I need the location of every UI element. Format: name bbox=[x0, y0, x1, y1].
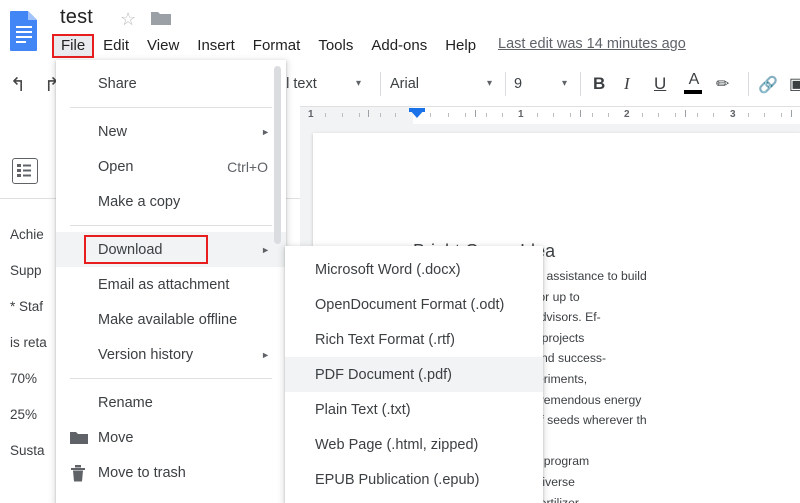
file-menu-item-rename[interactable]: Rename bbox=[56, 385, 286, 420]
indent-marker-icon[interactable] bbox=[409, 109, 425, 118]
file-menu-item-open[interactable]: Open Ctrl+O bbox=[56, 149, 286, 184]
download-item-docx[interactable]: Microsoft Word (.docx) bbox=[285, 252, 543, 287]
download-item-label: PDF Document (.pdf) bbox=[315, 367, 452, 383]
menu-file[interactable]: File bbox=[52, 34, 94, 58]
font-size-value[interactable]: 9 bbox=[514, 76, 522, 92]
file-menu-item-share[interactable]: Share bbox=[56, 66, 286, 101]
document-title[interactable]: test bbox=[60, 6, 93, 29]
bold-button[interactable]: B bbox=[593, 74, 605, 94]
menu-view[interactable]: View bbox=[138, 34, 188, 58]
download-item-odt[interactable]: OpenDocument Format (.odt) bbox=[285, 287, 543, 322]
download-item-pdf[interactable]: PDF Document (.pdf) bbox=[285, 357, 543, 392]
download-item-html[interactable]: Web Page (.html, zipped) bbox=[285, 427, 543, 462]
folder-icon bbox=[70, 430, 88, 446]
document-outline-icon[interactable] bbox=[12, 158, 38, 184]
highlight-color-icon[interactable]: ✏ bbox=[716, 74, 729, 94]
menu-help[interactable]: Help bbox=[436, 34, 485, 58]
download-item-txt[interactable]: Plain Text (.txt) bbox=[285, 392, 543, 427]
italic-button[interactable]: I bbox=[624, 74, 630, 94]
download-item-label: Plain Text (.txt) bbox=[315, 402, 411, 418]
file-menu-item-download[interactable]: Download ► bbox=[56, 232, 286, 267]
download-item-label: OpenDocument Format (.odt) bbox=[315, 297, 504, 313]
toolbar-divider bbox=[505, 72, 506, 96]
menu-insert[interactable]: Insert bbox=[188, 34, 244, 58]
file-menu-label: Download bbox=[98, 242, 163, 258]
ruler[interactable]: 1 1 2 3 bbox=[300, 106, 800, 124]
download-item-label: Microsoft Word (.docx) bbox=[315, 262, 461, 278]
file-menu-item-move-to-trash[interactable]: Move to trash bbox=[56, 455, 286, 490]
download-item-epub[interactable]: EPUB Publication (.epub) bbox=[285, 462, 543, 497]
menu-tools[interactable]: Tools bbox=[309, 34, 362, 58]
file-menu-separator bbox=[70, 378, 272, 379]
file-menu-separator bbox=[70, 107, 272, 108]
text-color-swatch bbox=[684, 90, 702, 94]
text-color-button[interactable]: A bbox=[684, 72, 704, 94]
underline-button[interactable]: U bbox=[654, 74, 666, 94]
file-menu-item-version-history[interactable]: Version history ► bbox=[56, 337, 286, 372]
download-item-rtf[interactable]: Rich Text Format (.rtf) bbox=[285, 322, 543, 357]
file-menu-label: Open bbox=[98, 159, 133, 175]
ruler-number: 2 bbox=[624, 109, 630, 120]
ruler-number: 1 bbox=[308, 109, 314, 120]
file-menu-separator bbox=[70, 225, 272, 226]
menu-format[interactable]: Format bbox=[244, 34, 310, 58]
file-menu-item-make-a-copy[interactable]: Make a copy bbox=[56, 184, 286, 219]
insert-link-icon[interactable]: 🔗 bbox=[758, 75, 778, 95]
download-item-label: EPUB Publication (.epub) bbox=[315, 472, 479, 488]
submenu-arrow-icon: ► bbox=[261, 245, 270, 255]
google-docs-window: test ☆ File Edit View Insert Format Tool… bbox=[0, 0, 800, 503]
file-menu-label: New bbox=[98, 124, 127, 140]
menu-edit[interactable]: Edit bbox=[94, 34, 138, 58]
text-color-letter: A bbox=[684, 72, 704, 88]
file-menu-label: Make a copy bbox=[98, 194, 180, 210]
file-menu-dropdown: Share New ► Open Ctrl+O Make a copy Down… bbox=[56, 60, 286, 503]
undo-icon[interactable]: ↰ bbox=[10, 74, 26, 97]
file-menu-label: Move bbox=[98, 430, 133, 446]
font-size-chevron-down-icon[interactable]: ▾ bbox=[562, 78, 567, 89]
file-menu-label: Share bbox=[98, 76, 137, 92]
ruler-page-area bbox=[413, 107, 800, 124]
font-family-chevron-down-icon[interactable]: ▾ bbox=[487, 78, 492, 89]
download-item-label: Rich Text Format (.rtf) bbox=[315, 332, 455, 348]
file-menu-shortcut: Ctrl+O bbox=[227, 159, 268, 175]
toolbar-divider bbox=[580, 72, 581, 96]
font-family-value[interactable]: Arial bbox=[390, 76, 419, 92]
file-menu-label: Version history bbox=[98, 347, 193, 363]
file-menu-label: Make available offline bbox=[98, 312, 237, 328]
submenu-arrow-icon: ► bbox=[261, 350, 270, 360]
download-item-label: Web Page (.html, zipped) bbox=[315, 437, 478, 453]
file-menu-item-email-as-attachment[interactable]: Email as attachment bbox=[56, 267, 286, 302]
file-menu-scrollbar[interactable] bbox=[274, 66, 281, 244]
menubar: File Edit View Insert Format Tools Add-o… bbox=[52, 33, 485, 59]
menu-addons[interactable]: Add-ons bbox=[362, 34, 436, 58]
ruler-number: 3 bbox=[730, 109, 736, 120]
paragraph-style-chevron-down-icon[interactable]: ▾ bbox=[356, 78, 361, 89]
star-icon[interactable]: ☆ bbox=[120, 10, 136, 28]
toolbar-divider bbox=[748, 72, 749, 96]
last-edit-link[interactable]: Last edit was 14 minutes ago bbox=[498, 36, 686, 52]
file-menu-label: Move to trash bbox=[98, 465, 186, 481]
file-menu-item-new[interactable]: New ► bbox=[56, 114, 286, 149]
submenu-arrow-icon: ► bbox=[261, 127, 270, 137]
file-menu-label: Rename bbox=[98, 395, 153, 411]
folder-icon[interactable] bbox=[150, 9, 172, 27]
google-docs-logo[interactable] bbox=[8, 10, 40, 52]
ruler-number: 1 bbox=[518, 109, 524, 120]
insert-image-icon[interactable]: ▣ bbox=[789, 74, 800, 94]
download-submenu: Microsoft Word (.docx) OpenDocument Form… bbox=[285, 246, 543, 503]
file-menu-item-move[interactable]: Move bbox=[56, 420, 286, 455]
file-menu-item-make-available-offline[interactable]: Make available offline bbox=[56, 302, 286, 337]
file-menu-label: Email as attachment bbox=[98, 277, 229, 293]
trash-icon bbox=[70, 465, 88, 481]
toolbar-divider bbox=[380, 72, 381, 96]
